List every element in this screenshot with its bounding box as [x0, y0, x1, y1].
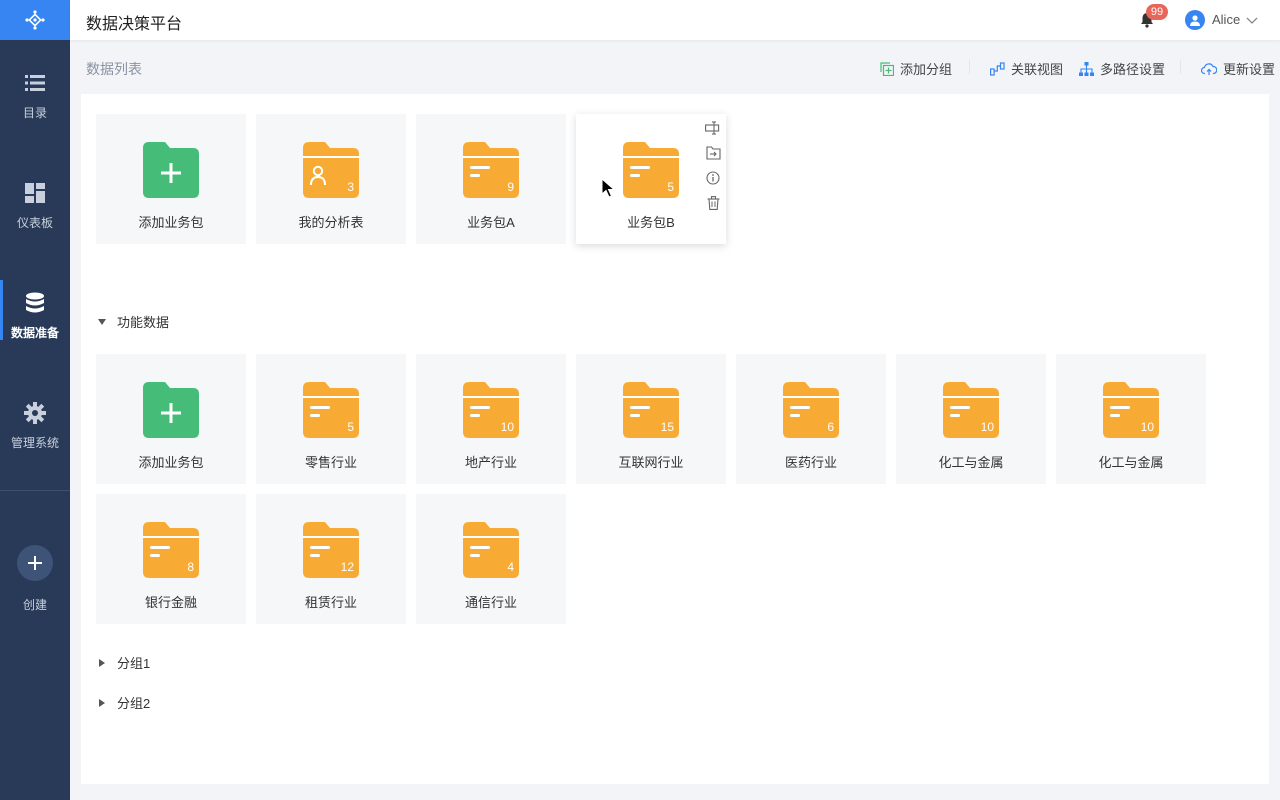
card-label: 医药行业	[784, 455, 837, 470]
info-icon[interactable]	[705, 170, 721, 186]
database-icon	[24, 292, 46, 314]
add-group-label: 添加分组	[900, 62, 953, 77]
sidebar-item-admin[interactable]: 管理系统	[0, 402, 70, 482]
item-count: 10	[980, 420, 994, 434]
create-button[interactable]	[17, 545, 53, 581]
plus-icon	[28, 556, 42, 570]
group-name: 分组2	[117, 696, 151, 711]
package-card[interactable]: 8 银行金融	[96, 494, 246, 624]
update-settings-label: 更新设置	[1223, 62, 1276, 77]
sidebar-item-label: 仪表板	[16, 216, 53, 230]
item-count: 12	[340, 560, 354, 574]
create-label: 创建	[22, 598, 47, 612]
item-count: 5	[667, 180, 674, 194]
package-card[interactable]: 10 化工与金属	[896, 354, 1046, 484]
sidebar-item-dashboard[interactable]: 仪表板	[0, 182, 70, 262]
sidebar-divider	[0, 490, 70, 491]
page-title: 数据列表	[86, 61, 142, 77]
item-count: 9	[507, 180, 514, 194]
app-title: 数据决策平台	[86, 16, 183, 33]
toolbar-divider	[969, 60, 970, 74]
toolbar: 数据列表 添加分组 关联视图 多路径设置 更新设置	[70, 40, 1280, 94]
group-header-group1[interactable]: 分组1	[97, 653, 150, 672]
card-label: 添加业务包	[138, 215, 204, 230]
card-label: 通信行业	[464, 595, 517, 610]
add-group-button[interactable]: 添加分组	[880, 59, 952, 78]
data-list-panel: 添加业务包 3 我的分析表 9 业务包A 5 业务包B 功能数据 添加业务包 5…	[81, 94, 1269, 784]
add-folder-icon	[143, 382, 199, 438]
card-label: 我的分析表	[298, 215, 364, 230]
trash-icon[interactable]	[705, 195, 721, 211]
add-group-icon	[880, 61, 894, 76]
top-bar: 数据决策平台 99 Alice	[70, 0, 1280, 40]
sidebar-item-label: 目录	[22, 106, 47, 120]
relation-view-icon	[990, 61, 1005, 76]
card-label: 互联网行业	[618, 455, 684, 470]
triangle-down-icon	[97, 317, 107, 327]
card-label: 银行金融	[144, 595, 197, 610]
package-card[interactable]: 9 业务包A	[416, 114, 566, 244]
package-card[interactable]: 4 通信行业	[416, 494, 566, 624]
package-card[interactable]: 15 互联网行业	[576, 354, 726, 484]
item-count: 10	[1140, 420, 1154, 434]
item-count: 10	[500, 420, 514, 434]
sidebar-item-label: 管理系统	[10, 436, 59, 450]
chevron-down-icon[interactable]	[1246, 14, 1258, 26]
card-label: 业务包A	[467, 215, 515, 230]
card-label: 租赁行业	[304, 595, 357, 610]
item-count: 8	[187, 560, 194, 574]
update-settings-button[interactable]: 更新设置	[1201, 59, 1275, 78]
mouse-cursor-icon	[601, 178, 616, 198]
triangle-right-icon	[97, 658, 107, 668]
add-package-card[interactable]: 添加业务包	[96, 354, 246, 484]
relation-view-label: 关联视图	[1011, 62, 1064, 77]
card-label: 化工与金属	[938, 455, 1004, 470]
triangle-right-icon	[97, 698, 107, 708]
package-card-hovered[interactable]: 5 业务包B	[576, 114, 726, 244]
user-name[interactable]: Alice	[1212, 12, 1240, 27]
multipath-settings-label: 多路径设置	[1100, 62, 1166, 77]
item-count: 3	[347, 180, 354, 194]
sidebar-item-label: 数据准备	[10, 326, 59, 340]
group-header-group2[interactable]: 分组2	[97, 693, 150, 712]
group-name: 功能数据	[117, 315, 170, 330]
group-name: 分组1	[117, 656, 151, 671]
package-card[interactable]: 10 地产行业	[416, 354, 566, 484]
sidebar: 目录 仪表板 数据准备 管理系统 创建	[0, 0, 70, 800]
logo-icon	[25, 10, 45, 30]
item-count: 5	[347, 420, 354, 434]
relation-view-button[interactable]: 关联视图	[990, 59, 1063, 78]
user-icon	[1190, 15, 1200, 26]
sidebar-item-catalog[interactable]: 目录	[0, 72, 70, 152]
package-card[interactable]: 5 零售行业	[256, 354, 406, 484]
rename-icon[interactable]	[705, 120, 721, 136]
card-actions	[704, 120, 722, 220]
package-card[interactable]: 6 医药行业	[736, 354, 886, 484]
my-analysis-card[interactable]: 3 我的分析表	[256, 114, 406, 244]
item-count: 15	[660, 420, 674, 434]
move-icon[interactable]	[705, 145, 721, 161]
card-label: 添加业务包	[138, 455, 204, 470]
app-logo[interactable]	[0, 0, 70, 40]
card-label: 地产行业	[464, 455, 517, 470]
gear-icon	[24, 402, 46, 424]
avatar[interactable]	[1185, 10, 1205, 30]
add-package-card[interactable]: 添加业务包	[96, 114, 246, 244]
notification-badge: 99	[1146, 4, 1168, 20]
item-count: 6	[827, 420, 834, 434]
package-card[interactable]: 10 化工与金属	[1056, 354, 1206, 484]
toolbar-divider	[1180, 60, 1181, 74]
multipath-settings-button[interactable]: 多路径设置	[1079, 59, 1165, 78]
sidebar-item-data-prep[interactable]: 数据准备	[0, 280, 70, 372]
hierarchy-icon	[1079, 61, 1094, 76]
list-icon	[24, 72, 46, 94]
card-label: 零售行业	[304, 455, 357, 470]
add-folder-icon	[143, 142, 199, 198]
package-card[interactable]: 12 租赁行业	[256, 494, 406, 624]
group-header-functional-data[interactable]: 功能数据	[97, 312, 169, 331]
item-count: 4	[507, 560, 514, 574]
cloud-refresh-icon	[1201, 62, 1217, 75]
dashboard-icon	[24, 182, 46, 204]
card-label: 化工与金属	[1098, 455, 1164, 470]
